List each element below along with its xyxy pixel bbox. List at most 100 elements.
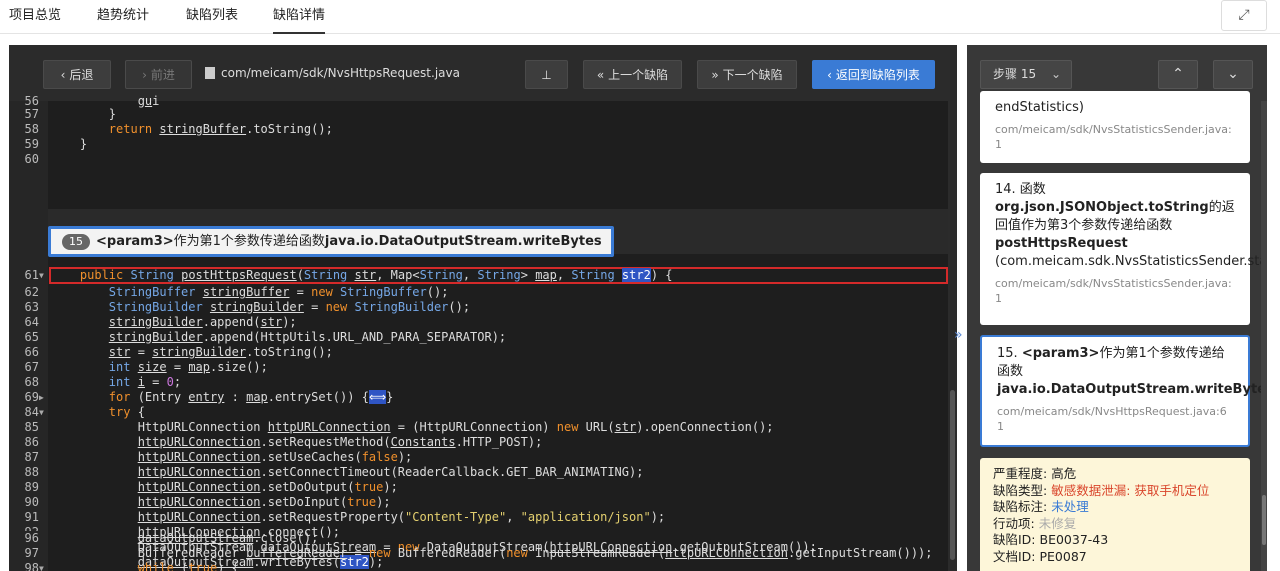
code-text: int i = 0; — [108, 375, 182, 389]
line-number: 89 — [24, 480, 39, 494]
back-button[interactable]: ‹ 后退 — [43, 60, 111, 89]
code-text: } — [51, 137, 88, 151]
return-list-label: 返回到缺陷列表 — [835, 68, 920, 82]
step-text-part: 14. 函数 — [995, 182, 1046, 197]
info-label: 缺陷类型: — [993, 482, 1052, 498]
code-line: 88 httpURLConnection.setConnectTimeout(R… — [9, 465, 948, 480]
step-text-part: 15. — [997, 346, 1022, 361]
info-label: 文档ID: — [993, 548, 1040, 564]
code-scrollbar-thumb[interactable] — [950, 390, 955, 560]
code-text: httpURLConnection.setRequestMethod(Const… — [137, 435, 543, 449]
next-defect-label: 下一个缺陷 — [722, 68, 783, 82]
info-label: 缺陷标注: — [993, 499, 1052, 514]
code-line: 98 ▼ while (true) { — [9, 561, 948, 571]
line-number: 65 — [24, 330, 39, 344]
code-line: 68 int i = 0; — [9, 375, 948, 390]
chevron-down-icon: ⌄ — [1050, 67, 1061, 81]
tab-project-overview[interactable]: 项目总览 — [9, 0, 61, 34]
fold-arrow-icon[interactable]: ▼ — [39, 405, 44, 420]
code-line: 58 return stringBuffer.toString(); — [9, 122, 948, 137]
doc-row: 文档ID: PE0087 — [993, 549, 1237, 566]
line-number: 98 — [24, 561, 39, 571]
code-line: 86 httpURLConnection.setRequestMethod(Co… — [9, 435, 948, 450]
step-select-value: 步骤 15 — [993, 67, 1037, 81]
code-toolbar: ‹ 后退 › 前进 com/meicam/sdk/NvsHttpsRequest… — [9, 45, 957, 101]
code-text: try { — [108, 405, 145, 419]
code-line: 66 str = stringBuilder.toString(); — [9, 345, 948, 360]
line-number: 63 — [24, 300, 39, 314]
code-text: stringBuilder.append(HttpUtils.URL_AND_P… — [108, 330, 507, 344]
top-nav: 项目总览 趋势统计 缺陷列表 缺陷详情 ⤢ — [0, 0, 1280, 34]
chevron-right-icon: › — [142, 68, 147, 82]
code-line: 97 BufferedReader bufferedReader = new B… — [9, 546, 948, 561]
code-line: 64 stringBuilder.append(str); — [9, 315, 948, 330]
action-row: 行动项: 未修复 — [993, 516, 1237, 533]
step-down-button[interactable]: ⌄ — [1213, 60, 1253, 89]
code-line: 90 httpURLConnection.setDoInput(true); — [9, 495, 948, 510]
prev-defect-button[interactable]: « 上一个缺陷 — [583, 60, 682, 89]
steps-panel: 步骤 15 ⌄ ⌃ ⌄ endStatistics) com/meicam/sdk… — [967, 45, 1267, 571]
code-line: 96 dataOutputStream.close(); — [9, 531, 948, 546]
doc-id-value: PE0087 — [1039, 548, 1087, 564]
code-panel: ‹ 后退 › 前进 com/meicam/sdk/NvsHttpsRequest… — [9, 45, 957, 571]
fullscreen-button[interactable]: ⤢ — [1221, 0, 1267, 31]
tab-defect-list[interactable]: 缺陷列表 — [186, 0, 238, 34]
code-text: StringBuilder stringBuilder = new String… — [108, 300, 471, 314]
step-text-part: (com.meicam.sdk.NvsStatisticsSender.star… — [995, 254, 1267, 269]
code-line: 62 StringBuffer stringBuffer = new Strin… — [9, 285, 948, 300]
pin-button[interactable]: ⊥ — [525, 60, 568, 89]
line-number: 69 — [24, 390, 39, 404]
step-param: <param3> — [1021, 346, 1100, 361]
forward-button[interactable]: › 前进 — [125, 60, 192, 89]
double-chevron-left-icon: « — [596, 68, 605, 82]
id-row: 缺陷ID: BE0037-43 — [993, 532, 1237, 549]
line-number: 91 — [24, 510, 39, 524]
defect-id-value: BE0037-43 — [1039, 532, 1109, 547]
line-number: 64 — [24, 315, 39, 329]
tab-trend-stats[interactable]: 趋势统计 — [97, 0, 149, 34]
step-up-button[interactable]: ⌃ — [1158, 60, 1198, 89]
fold-arrow-icon[interactable]: ▶ — [39, 390, 44, 405]
info-label: 行动项: — [993, 515, 1039, 531]
line-number: 59 — [24, 137, 39, 151]
code-text: httpURLConnection.setRequestProperty("Co… — [137, 510, 666, 524]
defect-mark-link[interactable]: 未处理 — [1051, 499, 1089, 514]
annotation-text: 作为第1个参数传递给函数 — [173, 234, 325, 249]
chevron-up-icon: ⌃ — [1172, 66, 1184, 82]
prev-defect-label: 上一个缺陷 — [608, 68, 669, 82]
next-defect-button[interactable]: » 下一个缺陷 — [697, 60, 797, 89]
tab-defect-detail[interactable]: 缺陷详情 — [273, 0, 325, 34]
line-number: 68 — [24, 375, 39, 389]
line-number: 60 — [24, 152, 39, 166]
fold-arrow-icon[interactable]: ▼ — [39, 561, 44, 571]
side-scrollbar-thumb[interactable] — [1262, 495, 1266, 545]
line-number: 90 — [24, 495, 39, 509]
code-text: BufferedReader bufferedReader = new Buff… — [51, 546, 933, 560]
code-text: for (Entry entry : map.entrySet()) {⟺} — [108, 390, 394, 404]
code-viewer[interactable]: 56 gui 57 } 58 return stringBuffer.toStr… — [9, 94, 948, 571]
file-icon — [205, 67, 215, 79]
fold-arrow-icon[interactable]: ▼ — [39, 268, 44, 283]
line-number: 85 — [24, 420, 39, 434]
chevron-left-icon: ‹ — [827, 68, 832, 82]
code-line: 89 httpURLConnection.setDoOutput(true); — [9, 480, 948, 495]
defect-info: 严重程度: 高危 缺陷类型: 敏感数据泄漏: 获取手机定位 缺陷标注: 未处理 … — [980, 458, 1250, 571]
step-card-14[interactable]: 14. 函数org.json.JSONObject.toString的返回值作为… — [980, 173, 1267, 325]
code-line: 87 httpURLConnection.setUseCaches(false)… — [9, 450, 948, 465]
step-callee: postHttpsRequest — [995, 236, 1128, 251]
step-select[interactable]: 步骤 15 ⌄ — [980, 60, 1072, 89]
code-text: return stringBuffer.toString(); — [108, 122, 333, 136]
collapse-panel-icon[interactable]: » — [954, 327, 963, 343]
code-text: httpURLConnection.setDoOutput(true); — [137, 480, 398, 494]
code-text: str = stringBuilder.toString(); — [108, 345, 333, 359]
return-to-list-button[interactable]: ‹ 返回到缺陷列表 — [812, 60, 935, 89]
step-text: 15. <param3>作为第1个参数传递给函数java.io.DataOutp… — [997, 345, 1267, 399]
code-text: } — [51, 107, 117, 121]
step-card-15[interactable]: 15. <param3>作为第1个参数传递给函数java.io.DataOutp… — [980, 335, 1267, 447]
info-label: 缺陷ID: — [993, 532, 1040, 547]
step-location: com/meicam/sdk/NvsHttpsRequest.java:61 — [997, 405, 1227, 433]
action-value: 未修复 — [1038, 515, 1077, 531]
step-card-13[interactable]: endStatistics) com/meicam/sdk/NvsStatist… — [980, 91, 1250, 163]
expand-icon: ⤢ — [1238, 7, 1250, 23]
severity-row: 严重程度: 高危 — [993, 466, 1237, 483]
